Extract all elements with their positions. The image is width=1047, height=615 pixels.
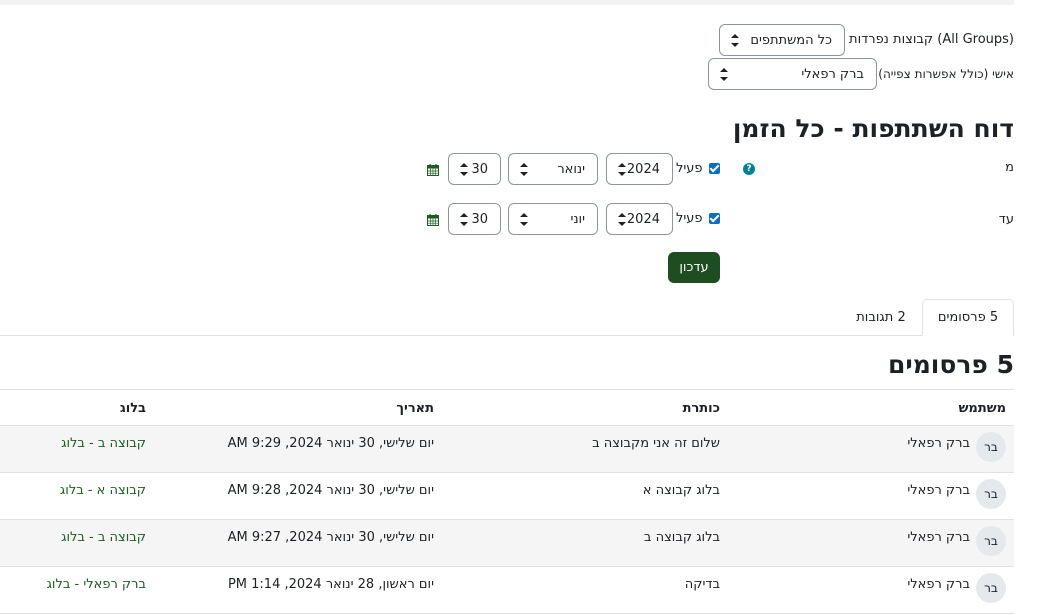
row-date: יום שלישי, 30 ינואר 2024, 9:27 AM	[227, 530, 434, 545]
from-label: מ	[1005, 160, 1014, 175]
avatar[interactable]: בר	[976, 432, 1006, 462]
page-top-strip	[0, 0, 1014, 5]
row-subject-link[interactable]: בלוג קבוצה א	[643, 483, 720, 498]
avatar[interactable]: בר	[976, 573, 1006, 603]
select-arrows-icon	[520, 163, 528, 176]
from-enabled-checkbox[interactable]	[709, 163, 720, 174]
tab-posts[interactable]: 5 פרסומים	[922, 299, 1014, 336]
from-calendar-icon[interactable]	[427, 164, 439, 176]
row-subject-link[interactable]: בלוג קבוצה ב	[644, 530, 720, 545]
from-day-value: 30	[471, 161, 488, 177]
to-label: עד	[998, 212, 1014, 227]
select-arrows-icon	[731, 34, 739, 47]
to-enabled-checkbox[interactable]	[709, 213, 720, 224]
select-arrows-icon	[460, 163, 468, 176]
row-blog-link[interactable]: ברק רפאלי - בלוג	[47, 577, 146, 592]
select-arrows-icon	[460, 213, 468, 226]
select-arrows-icon	[618, 163, 626, 176]
column-header-blog: בלוג	[119, 401, 146, 416]
posts-heading: 5 פרסומים	[887, 350, 1014, 379]
row-subject-link[interactable]: בדיקה	[685, 577, 720, 592]
from-month-value: ינואר	[557, 161, 585, 177]
user-select[interactable]: ברק רפאלי	[708, 58, 877, 90]
row-divider	[0, 613, 1014, 614]
avatar[interactable]: בר	[976, 526, 1006, 556]
update-button[interactable]: עדכון	[668, 252, 720, 283]
to-month-select[interactable]: יוני	[508, 203, 598, 235]
avatar[interactable]: בר	[976, 479, 1006, 509]
to-month-value: יוני	[570, 211, 585, 227]
row-blog-link[interactable]: קבוצה ב - בלוג	[61, 436, 146, 451]
from-month-select[interactable]: ינואר	[508, 153, 598, 185]
row-user-link[interactable]: ברק רפאלי	[907, 436, 970, 451]
table-row: בר ברק רפאלי בדיקה יום ראשון, 28 ינואר 2…	[0, 567, 1014, 614]
group-select[interactable]: כל המשתתפים	[719, 24, 845, 56]
to-calendar-icon[interactable]	[427, 214, 439, 226]
from-enabled-label: פעיל	[676, 161, 703, 176]
table-row: בר ברק רפאלי שלום זה אני מקבוצה ב יום של…	[0, 426, 1014, 473]
column-header-date: תאריך	[396, 401, 434, 416]
table-top-border	[0, 389, 1014, 390]
select-arrows-icon	[618, 213, 626, 226]
user-select-value: ברק רפאלי	[801, 66, 864, 82]
row-date: יום שלישי, 30 ינואר 2024, 9:29 AM	[227, 436, 434, 451]
separate-groups-label: קבוצות נפרדות (All Groups)	[849, 32, 1014, 47]
group-select-value: כל המשתתפים	[750, 32, 832, 48]
row-blog-link[interactable]: קבוצה א - בלוג	[60, 483, 146, 498]
to-enabled-label: פעיל	[676, 211, 703, 226]
row-date: יום שלישי, 30 ינואר 2024, 9:28 AM	[227, 483, 434, 498]
tab-comments[interactable]: 2 תגובות	[844, 299, 918, 336]
row-user-link[interactable]: ברק רפאלי	[907, 530, 970, 545]
row-blog-link[interactable]: קבוצה ב - בלוג	[61, 530, 146, 545]
row-user-link[interactable]: ברק רפאלי	[907, 577, 970, 592]
from-year-select[interactable]: 2024	[606, 153, 673, 185]
row-subject-link[interactable]: שלום זה אני מקבוצה ב	[592, 436, 720, 451]
row-user-link[interactable]: ברק רפאלי	[907, 483, 970, 498]
to-year-select[interactable]: 2024	[606, 203, 673, 235]
column-header-user: משתמש	[958, 401, 1006, 416]
to-year-value: 2024	[626, 211, 660, 227]
select-arrows-icon	[720, 68, 728, 81]
table-row: בר ברק רפאלי בלוג קבוצה ב יום שלישי, 30 …	[0, 520, 1014, 567]
from-year-value: 2024	[626, 161, 660, 177]
user-label: אישי (כולל אפשרות צפייה)	[878, 67, 1014, 81]
row-date: יום ראשון, 28 ינואר 2024, 1:14 PM	[227, 577, 434, 592]
from-day-select[interactable]: 30	[448, 153, 501, 185]
select-arrows-icon	[520, 213, 528, 226]
to-day-value: 30	[471, 211, 488, 227]
table-row: בר ברק רפאלי בלוג קבוצה א יום שלישי, 30 …	[0, 473, 1014, 520]
to-day-select[interactable]: 30	[448, 203, 501, 235]
help-icon[interactable]: ?	[743, 163, 755, 175]
report-title: דוח השתתפות - כל הזמן	[732, 114, 1014, 143]
column-header-subject: כותרת	[682, 401, 720, 416]
